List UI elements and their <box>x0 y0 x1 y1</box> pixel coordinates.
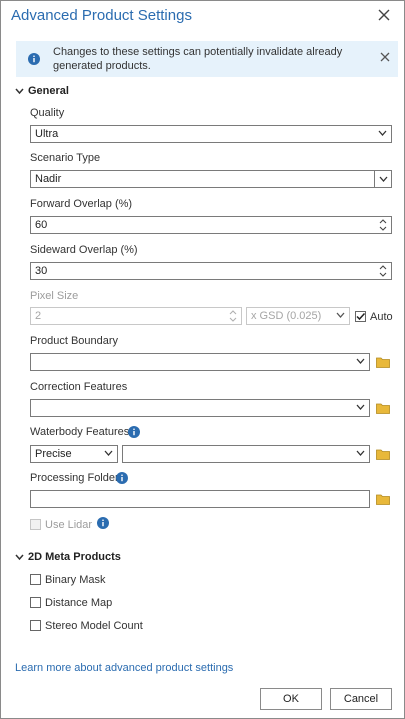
info-icon[interactable] <box>116 472 128 484</box>
sideward-overlap-label: Sideward Overlap (%) <box>30 244 138 256</box>
sideward-overlap-input[interactable]: 30 <box>30 262 392 280</box>
product-boundary-label: Product Boundary <box>30 335 119 347</box>
meta-products-section-header[interactable]: 2D Meta Products <box>15 551 121 563</box>
scenario-type-label: Scenario Type <box>30 152 101 164</box>
processing-folder-input[interactable] <box>30 490 370 508</box>
waterbody-features-select[interactable] <box>122 445 370 463</box>
meta-products-heading: 2D Meta Products <box>28 551 121 563</box>
use-lidar-label: Use Lidar <box>45 519 93 531</box>
binary-mask-label: Binary Mask <box>45 574 106 586</box>
info-icon[interactable] <box>97 517 109 529</box>
correction-features-label: Correction Features <box>30 381 128 393</box>
banner-message: Changes to these settings can potentiall… <box>53 46 343 72</box>
stereo-model-count-checkbox[interactable] <box>30 620 41 631</box>
ok-button[interactable]: OK <box>260 688 322 710</box>
spinner-icon[interactable] <box>379 218 387 232</box>
info-icon[interactable] <box>128 426 140 438</box>
pixel-size-input[interactable]: 2 <box>30 307 242 325</box>
quality-value: Ultra <box>35 128 59 140</box>
scenario-type-select[interactable]: Nadir <box>30 170 392 188</box>
folder-icon[interactable] <box>376 493 390 505</box>
chevron-down-icon <box>104 450 113 456</box>
waterbody-mode-value: Precise <box>35 448 72 460</box>
binary-mask-checkbox[interactable] <box>30 574 41 585</box>
use-lidar-checkbox[interactable] <box>30 519 41 530</box>
auto-checkbox[interactable] <box>355 311 366 322</box>
info-icon <box>28 53 40 68</box>
chevron-down-icon <box>378 130 387 136</box>
advanced-product-settings-dialog: Advanced Product Settings Changes to the… <box>0 0 405 719</box>
distance-map-label: Distance Map <box>45 597 113 609</box>
folder-icon[interactable] <box>376 402 390 414</box>
spinner-icon[interactable] <box>379 264 387 278</box>
chevron-down-icon <box>356 450 365 456</box>
distance-map-checkbox[interactable] <box>30 597 41 608</box>
forward-overlap-label: Forward Overlap (%) <box>30 198 133 210</box>
scenario-type-value: Nadir <box>35 173 62 185</box>
cancel-button[interactable]: Cancel <box>330 688 392 710</box>
auto-label: Auto <box>370 311 393 323</box>
pixel-size-label: Pixel Size <box>30 290 79 302</box>
product-boundary-select[interactable] <box>30 353 370 371</box>
spinner-icon <box>229 310 237 322</box>
general-section-header[interactable]: General <box>15 85 69 97</box>
folder-icon[interactable] <box>376 356 390 368</box>
quality-select[interactable]: Ultra <box>30 125 392 143</box>
sideward-overlap-value: 30 <box>35 265 48 277</box>
chevron-down-icon <box>15 554 24 560</box>
chevron-down-icon <box>336 312 345 318</box>
forward-overlap-value: 60 <box>35 219 48 231</box>
info-banner: Changes to these settings can potentiall… <box>16 41 398 77</box>
stereo-model-count-label: Stereo Model Count <box>45 620 143 632</box>
checkmark-icon <box>356 312 366 321</box>
gsd-unit-value: x GSD (0.025) <box>251 310 322 322</box>
learn-more-link[interactable]: Learn more about advanced product settin… <box>15 662 233 674</box>
waterbody-mode-select[interactable]: Precise <box>30 445 118 463</box>
scenario-dropdown-button[interactable] <box>374 170 392 188</box>
pixel-size-value: 2 <box>35 310 42 322</box>
dialog-title: Advanced Product Settings <box>11 7 192 24</box>
dismiss-banner-icon[interactable] <box>380 52 390 65</box>
waterbody-features-label: Waterbody Features <box>30 426 130 438</box>
correction-features-select[interactable] <box>30 399 370 417</box>
chevron-down-icon <box>356 404 365 410</box>
gsd-unit-select[interactable]: x GSD (0.025) <box>246 307 350 325</box>
chevron-down-icon <box>15 88 24 94</box>
general-heading: General <box>28 85 69 97</box>
processing-folder-label: Processing Folder <box>30 472 119 484</box>
forward-overlap-input[interactable]: 60 <box>30 216 392 234</box>
folder-icon[interactable] <box>376 448 390 460</box>
chevron-down-icon <box>379 176 388 182</box>
close-icon[interactable] <box>376 7 392 23</box>
quality-label: Quality <box>30 107 65 119</box>
chevron-down-icon <box>356 358 365 364</box>
